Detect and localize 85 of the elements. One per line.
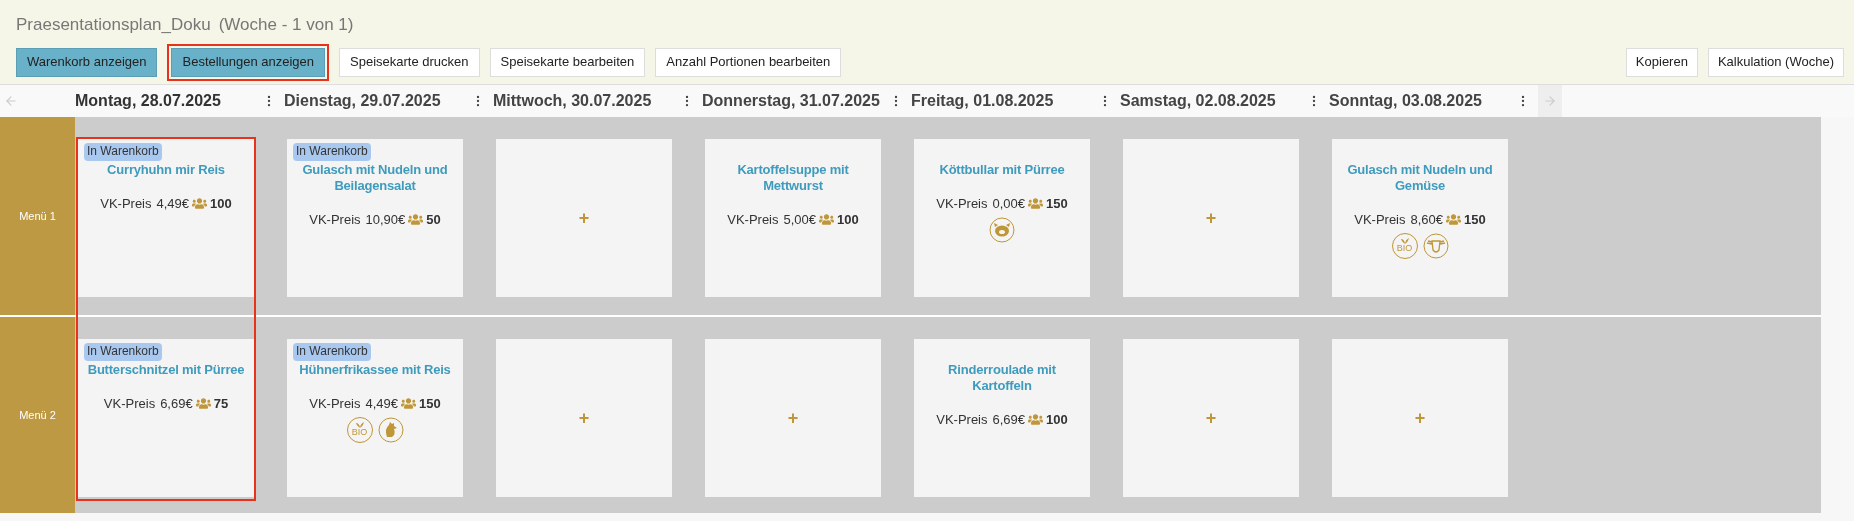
price-label: VK-Preis bbox=[309, 211, 361, 229]
people-icon bbox=[1028, 413, 1044, 427]
menu-label: Menü 2 bbox=[0, 317, 75, 513]
dish-card[interactable]: In Warenkorb Curryhuhn mir Reis VK-Preis 4,49€ 100 bbox=[78, 139, 254, 297]
toolbar-button[interactable]: Anzahl Portionen bearbeiten bbox=[655, 47, 842, 77]
cart-badge: In Warenkorb bbox=[84, 143, 162, 161]
portions: 150 bbox=[1464, 211, 1486, 229]
portions: 100 bbox=[837, 211, 859, 229]
dish-card[interactable]: Gulasch mit Nudeln und Gemüse VK-Preis 8,60€ 150 BIO bbox=[1332, 139, 1508, 297]
cart-badge: In Warenkorb bbox=[293, 343, 371, 361]
add-icon[interactable]: + bbox=[578, 209, 590, 227]
people-icon bbox=[408, 213, 424, 227]
dish-name[interactable]: Curryhuhn mir Reis bbox=[107, 162, 225, 178]
add-icon[interactable]: + bbox=[1205, 209, 1217, 227]
day-header: Donnerstag, 31.07.2025 bbox=[702, 91, 880, 111]
dish-name[interactable]: Gulasch mit Nudeln und Beilagensalat bbox=[293, 162, 457, 194]
portions: 100 bbox=[210, 195, 232, 213]
price: 8,60€ bbox=[1410, 211, 1444, 229]
add-icon[interactable]: + bbox=[1414, 409, 1426, 427]
week-indicator: (Woche - 1 von 1) bbox=[218, 14, 354, 36]
cart-badge: In Warenkorb bbox=[293, 143, 371, 161]
dish-card[interactable]: In Warenkorb Hühnerfrikassee mit Reis VK-Preis 4,49€ 150 BIO bbox=[287, 339, 463, 497]
dish-name[interactable]: Kartoffelsuppe mit Mettwurst bbox=[711, 162, 875, 194]
pig-icon bbox=[989, 216, 1015, 243]
price-label: VK-Preis bbox=[309, 395, 361, 413]
empty-slot[interactable]: + bbox=[705, 339, 881, 497]
dish-name[interactable]: Rinderroulade mit Kartoffeln bbox=[920, 362, 1084, 394]
people-icon bbox=[819, 213, 835, 227]
day-header: Freitag, 01.08.2025 bbox=[911, 91, 1054, 111]
portions: 150 bbox=[1046, 195, 1068, 213]
plan-title: Praesentationsplan_Doku bbox=[16, 14, 211, 36]
day-header: Mittwoch, 30.07.2025 bbox=[493, 91, 652, 111]
price-label: VK-Preis bbox=[936, 411, 988, 429]
dish-card[interactable]: Kartoffelsuppe mit Mettwurst VK-Preis 5,00€ 100 bbox=[705, 139, 881, 297]
price-label: VK-Preis bbox=[1354, 211, 1406, 229]
toolbar-button[interactable]: Bestellungen anzeigen bbox=[171, 47, 326, 77]
portions: 75 bbox=[213, 395, 229, 413]
people-icon bbox=[192, 197, 208, 211]
price: 0,00€ bbox=[992, 195, 1026, 213]
dish-card[interactable]: Köttbullar mit Pürree VK-Preis 0,00€ 150 bbox=[914, 139, 1090, 297]
price: 4,49€ bbox=[156, 195, 190, 213]
price-label: VK-Preis bbox=[936, 195, 988, 213]
toolbar-button[interactable]: Warenkorb anzeigen bbox=[16, 47, 158, 77]
dish-name[interactable]: Hühnerfrikassee mit Reis bbox=[299, 362, 451, 378]
dish-card[interactable]: In Warenkorb Gulasch mit Nudeln und Beilagensalat VK-Preis 10,90€ 50 bbox=[287, 139, 463, 297]
price-label: VK-Preis bbox=[727, 211, 779, 229]
price: 6,69€ bbox=[160, 395, 193, 413]
day-header: Dienstag, 29.07.2025 bbox=[284, 91, 441, 111]
cow-icon bbox=[1422, 232, 1449, 259]
people-icon bbox=[195, 397, 211, 411]
add-icon[interactable]: + bbox=[787, 409, 799, 427]
people-icon bbox=[401, 397, 417, 411]
toolbar-button[interactable]: Speisekarte bearbeiten bbox=[489, 47, 646, 77]
price: 5,00€ bbox=[783, 211, 817, 229]
people-icon bbox=[1028, 197, 1044, 211]
add-icon[interactable]: + bbox=[578, 409, 590, 427]
empty-slot[interactable]: + bbox=[1123, 139, 1299, 297]
portions: 50 bbox=[426, 211, 441, 229]
dish-name[interactable]: Gulasch mit Nudeln und Gemüse bbox=[1338, 162, 1502, 194]
portions: 100 bbox=[1046, 411, 1068, 429]
day-header: Samstag, 02.08.2025 bbox=[1120, 91, 1276, 111]
dish-card[interactable]: In Warenkorb Butterschnitzel mit Pürree VK-Preis 6,69€ 75 bbox=[78, 339, 254, 497]
empty-slot[interactable]: + bbox=[496, 339, 672, 497]
chicken-icon bbox=[377, 416, 404, 443]
toolbar-button[interactable]: Speisekarte drucken bbox=[339, 47, 480, 77]
price-label: VK-Preis bbox=[103, 395, 156, 413]
menu-label: Menü 1 bbox=[0, 117, 75, 315]
price-label: VK-Preis bbox=[100, 195, 152, 213]
toolbar-button[interactable]: Kopieren bbox=[1625, 47, 1698, 77]
portions: 150 bbox=[419, 395, 441, 413]
toolbar-button[interactable]: Kalkulation (Woche) bbox=[1707, 47, 1844, 77]
day-header: Montag, 28.07.2025 bbox=[75, 91, 221, 111]
dish-name[interactable]: Köttbullar mit Pürree bbox=[939, 162, 1065, 178]
empty-slot[interactable]: + bbox=[496, 139, 672, 297]
price: 4,49€ bbox=[365, 395, 399, 413]
day-header: Sonntag, 03.08.2025 bbox=[1329, 91, 1482, 111]
empty-slot[interactable]: + bbox=[1332, 339, 1508, 497]
price: 6,69€ bbox=[992, 411, 1026, 429]
price: 10,90€ bbox=[365, 211, 406, 229]
empty-slot[interactable]: + bbox=[1123, 339, 1299, 497]
dish-name[interactable]: Butterschnitzel mit Pürree bbox=[87, 362, 245, 378]
dish-card[interactable]: Rinderroulade mit Kartoffeln VK-Preis 6,69€ 100 bbox=[914, 339, 1090, 497]
add-icon[interactable]: + bbox=[1205, 409, 1217, 427]
cart-badge: In Warenkorb bbox=[84, 343, 162, 361]
people-icon bbox=[1446, 213, 1462, 227]
